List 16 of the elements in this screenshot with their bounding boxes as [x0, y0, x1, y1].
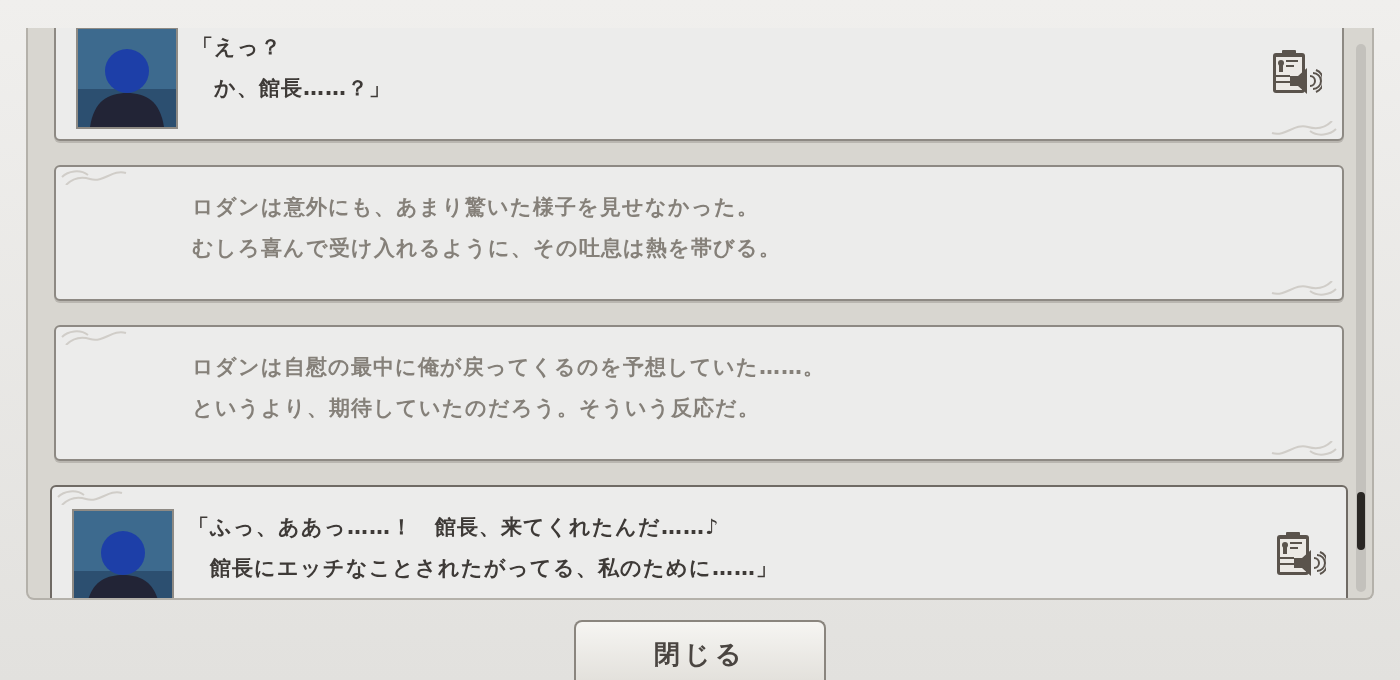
- dialogue-line: ロダンは自慰の最中に俺が戻ってくるのを予想していた……。: [192, 354, 826, 381]
- flourish-icon: [1270, 441, 1340, 457]
- dialogue-line: か、館長……？」: [213, 75, 392, 102]
- dialogue-line: 「えっ？: [192, 34, 283, 61]
- close-button[interactable]: 閉じる: [574, 620, 826, 680]
- flourish-icon: [1270, 121, 1340, 137]
- dialogue-line: むしろ喜んで受け入れるように、その吐息は熱を帯びる。: [192, 235, 782, 262]
- voice-replay-icon[interactable]: [1276, 532, 1326, 578]
- avatar-icon: [72, 509, 174, 598]
- dialogue-line: ロダンは意外にも、あまり驚いた様子を見せなかった。: [192, 194, 760, 221]
- dialogue-line: というより、期待していたのだろう。そういう反応だ。: [192, 395, 761, 422]
- flourish-icon: [1270, 281, 1340, 297]
- scrollbar[interactable]: [1356, 44, 1366, 592]
- voice-replay-icon[interactable]: [1272, 50, 1322, 96]
- dialogue-line: 館長にエッチなことされたがってる、私のために……」: [208, 555, 779, 582]
- dialogue-line: 「ふっ、ああっ……！ 館長、来てくれたんだ……♪: [188, 514, 721, 541]
